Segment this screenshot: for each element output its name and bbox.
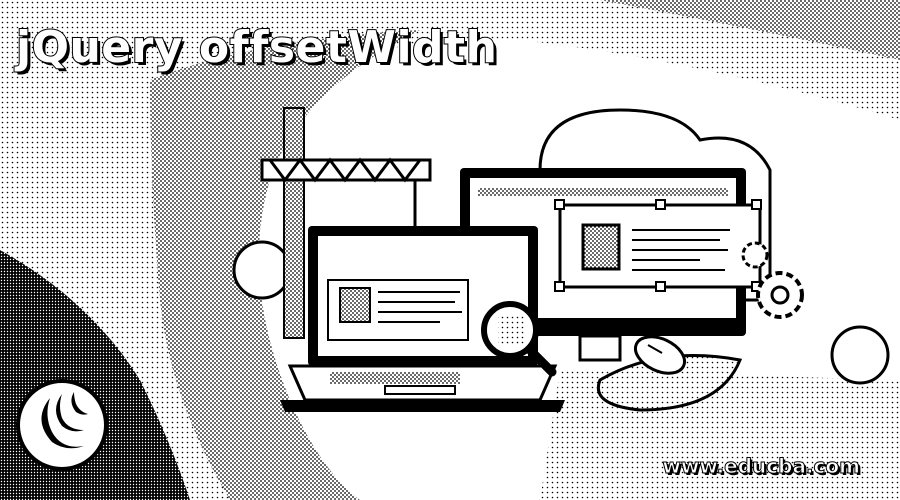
illustration [16, 107, 890, 471]
jquery-logo-icon [16, 379, 108, 471]
website-url: www.educba.com [662, 454, 861, 479]
